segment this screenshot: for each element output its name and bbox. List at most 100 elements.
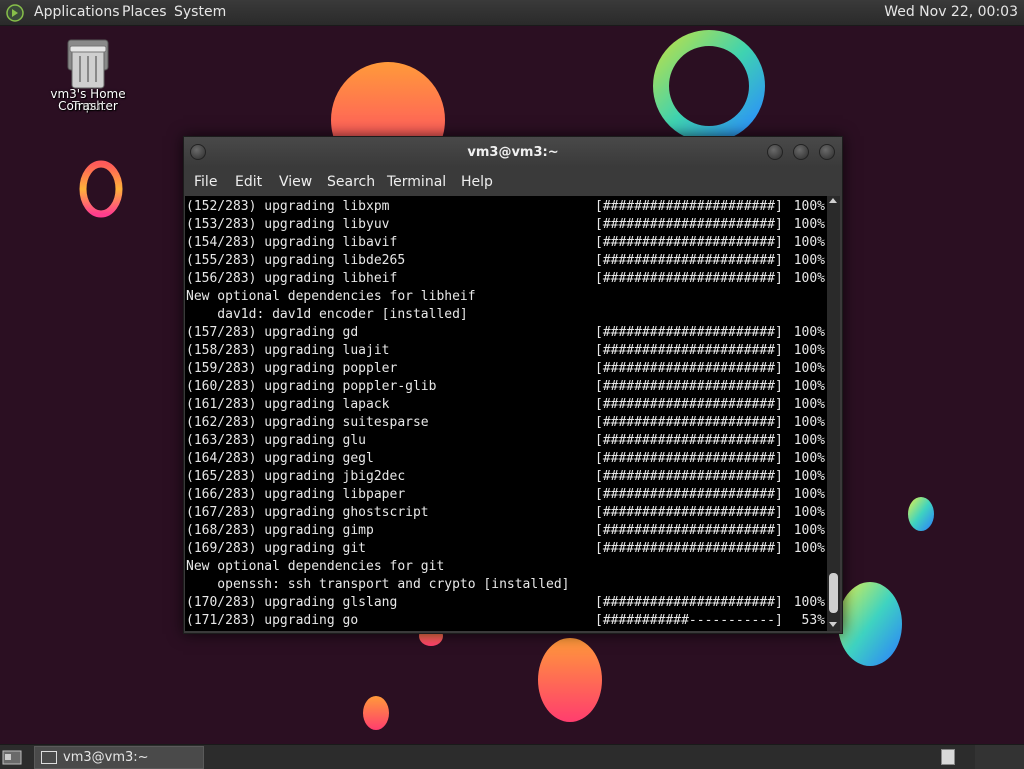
- menu-help[interactable]: Help: [461, 174, 493, 190]
- progress-percent: 100%: [793, 361, 825, 376]
- top-panel: Applications Places System Wed Nov 22, 0…: [0, 0, 1024, 26]
- terminal-line: (166/283) upgrading libpaper [###########…: [186, 486, 826, 504]
- progress-bar-text: [######################]: [595, 523, 783, 538]
- scrollbar-thumb[interactable]: [829, 573, 838, 613]
- terminal-output[interactable]: (152/283) upgrading libxpm [#############…: [185, 196, 827, 631]
- terminal-line: (165/283) upgrading jbig2dec [###########…: [186, 468, 826, 486]
- scroll-down-arrow-icon[interactable]: [829, 622, 837, 627]
- terminal-line-text: (158/283) upgrading luajit: [186, 343, 390, 358]
- progress-percent: 53%: [801, 613, 825, 628]
- trash-label[interactable]: Trash: [48, 100, 128, 112]
- workspace-switcher[interactable]: [941, 749, 955, 765]
- terminal-window[interactable]: vm3@vm3:~ File Edit View Search Terminal…: [183, 136, 843, 634]
- terminal-line: (167/283) upgrading ghostscript [########…: [186, 504, 826, 522]
- progress-percent: 100%: [793, 469, 825, 484]
- terminal-line-text: (162/283) upgrading suitesparse: [186, 415, 429, 430]
- progress-percent: 100%: [793, 433, 825, 448]
- terminal-line: New optional dependencies for libheif: [186, 288, 826, 306]
- terminal-line-text: (163/283) upgrading glu: [186, 433, 367, 448]
- progress-bar-text: [######################]: [595, 541, 783, 556]
- terminal-line-text: (157/283) upgrading gd: [186, 325, 359, 340]
- taskbar-item-label: vm3@vm3:~: [63, 750, 149, 765]
- bottom-panel: vm3@vm3:~: [0, 744, 1024, 769]
- progress-bar-text: [######################]: [595, 469, 783, 484]
- maximize-button[interactable]: [793, 144, 809, 160]
- terminal-line: (169/283) upgrading git [################…: [186, 540, 826, 558]
- terminal-line: New optional dependencies for git: [186, 558, 826, 576]
- terminal-line: (163/283) upgrading glu [################…: [186, 432, 826, 450]
- menu-file[interactable]: File: [194, 174, 217, 190]
- terminal-line: (156/283) upgrading libheif [############…: [186, 270, 826, 288]
- menu-search[interactable]: Search: [327, 174, 375, 190]
- show-desktop-icon[interactable]: [2, 749, 22, 765]
- terminal-line: (159/283) upgrading poppler [############…: [186, 360, 826, 378]
- progress-percent: 100%: [793, 487, 825, 502]
- terminal-line-text: (166/283) upgrading libpaper: [186, 487, 406, 502]
- terminal-line: (157/283) upgrading gd [#################…: [186, 324, 826, 342]
- menu-bar: File Edit View Search Terminal Help: [184, 167, 842, 196]
- terminal-line-text: (155/283) upgrading libde265: [186, 253, 406, 268]
- terminal-line: (154/283) upgrading libavif [############…: [186, 234, 826, 252]
- terminal-line-text: (152/283) upgrading libxpm: [186, 199, 390, 214]
- terminal-line-text: (153/283) upgrading libyuv: [186, 217, 390, 232]
- terminal-line-text: (160/283) upgrading poppler-glib: [186, 379, 437, 394]
- terminal-line: (153/283) upgrading libyuv [#############…: [186, 216, 826, 234]
- progress-percent: 100%: [793, 379, 825, 394]
- terminal-line: dav1d: dav1d encoder [installed]: [186, 306, 826, 324]
- progress-percent: 100%: [793, 523, 825, 538]
- terminal-line-text: openssh: ssh transport and crypto [insta…: [186, 577, 570, 592]
- progress-bar-text: [######################]: [595, 361, 783, 376]
- progress-percent: 100%: [793, 271, 825, 286]
- menu-terminal[interactable]: Terminal: [387, 174, 446, 190]
- terminal-line-text: New optional dependencies for git: [186, 559, 445, 574]
- minimize-button[interactable]: [767, 144, 783, 160]
- progress-percent: 100%: [793, 217, 825, 232]
- close-button[interactable]: [819, 144, 835, 160]
- desktop-icons-group: vm3's Home Computer Trash: [48, 38, 128, 118]
- progress-percent: 100%: [793, 451, 825, 466]
- terminal-lines: (152/283) upgrading libxpm [#############…: [186, 198, 826, 630]
- terminal-icon: [41, 751, 57, 764]
- terminal-line: (168/283) upgrading gimp [###############…: [186, 522, 826, 540]
- places-menu[interactable]: Places: [122, 0, 167, 25]
- terminal-line: (160/283) upgrading poppler-glib [#######…: [186, 378, 826, 396]
- progress-bar-text: [###########-----------]: [595, 613, 783, 628]
- clock[interactable]: Wed Nov 22, 00:03: [884, 0, 1018, 25]
- taskbar-item-terminal[interactable]: vm3@vm3:~: [34, 746, 204, 769]
- terminal-line: (170/283) upgrading glslang [############…: [186, 594, 826, 612]
- terminal-line-text: (161/283) upgrading lapack: [186, 397, 390, 412]
- progress-bar-text: [######################]: [595, 217, 783, 232]
- progress-bar-text: [######################]: [595, 271, 783, 286]
- scrollbar[interactable]: [827, 196, 840, 631]
- terminal-line-text: (159/283) upgrading poppler: [186, 361, 398, 376]
- applications-menu[interactable]: Applications: [34, 0, 120, 25]
- title-bar[interactable]: vm3@vm3:~: [184, 137, 842, 167]
- progress-percent: 100%: [793, 253, 825, 268]
- progress-percent: 100%: [793, 325, 825, 340]
- trash-icon[interactable]: [64, 38, 112, 90]
- terminal-line: (171/283) upgrading go [###########------…: [186, 612, 826, 630]
- progress-bar-text: [######################]: [595, 199, 783, 214]
- distro-logo-icon[interactable]: [6, 4, 24, 22]
- terminal-line: (152/283) upgrading libxpm [#############…: [186, 198, 826, 216]
- terminal-line: openssh: ssh transport and crypto [insta…: [186, 576, 826, 594]
- trash-applet-icon[interactable]: [975, 745, 1024, 769]
- terminal-line: (155/283) upgrading libde265 [###########…: [186, 252, 826, 270]
- progress-bar-text: [######################]: [595, 253, 783, 268]
- menu-edit[interactable]: Edit: [235, 174, 262, 190]
- progress-bar-text: [######################]: [595, 505, 783, 520]
- terminal-line-text: (154/283) upgrading libavif: [186, 235, 398, 250]
- system-menu[interactable]: System: [174, 0, 226, 25]
- terminal-line-text: (171/283) upgrading go: [186, 613, 359, 628]
- menu-view[interactable]: View: [279, 174, 312, 190]
- progress-bar-text: [######################]: [595, 451, 783, 466]
- scroll-up-arrow-icon[interactable]: [829, 198, 837, 203]
- progress-percent: 100%: [793, 235, 825, 250]
- terminal-line: (158/283) upgrading luajit [#############…: [186, 342, 826, 360]
- progress-bar-text: [######################]: [595, 433, 783, 448]
- progress-percent: 100%: [793, 595, 825, 610]
- terminal-line-text: (167/283) upgrading ghostscript: [186, 505, 429, 520]
- window-title: vm3@vm3:~: [467, 145, 559, 160]
- progress-percent: 100%: [793, 541, 825, 556]
- progress-bar-text: [######################]: [595, 379, 783, 394]
